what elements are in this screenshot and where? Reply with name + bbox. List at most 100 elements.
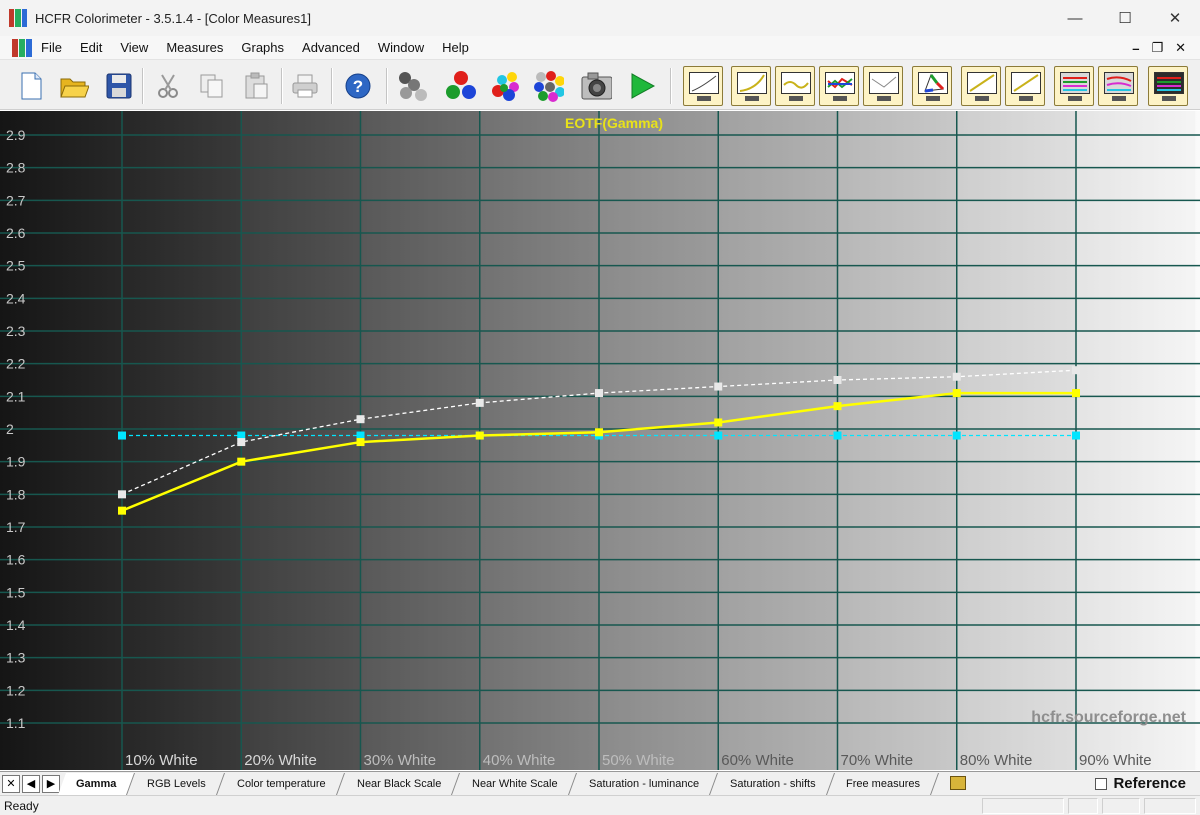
- data-point[interactable]: [475, 398, 484, 407]
- menu-measures[interactable]: Measures: [157, 40, 232, 55]
- data-point[interactable]: [118, 490, 126, 499]
- data-point[interactable]: [952, 372, 961, 381]
- y-tick-label: 2.2: [6, 356, 26, 372]
- data-point[interactable]: [237, 457, 246, 466]
- data-point[interactable]: [595, 389, 603, 398]
- data-point[interactable]: [952, 389, 961, 398]
- data-point[interactable]: [356, 438, 365, 447]
- new-document-icon[interactable]: [15, 70, 47, 102]
- measure-primaries-icon[interactable]: [444, 70, 476, 102]
- menu-advanced[interactable]: Advanced: [293, 40, 369, 55]
- data-point[interactable]: [833, 376, 842, 384]
- print-icon[interactable]: [289, 70, 321, 102]
- mdi-restore-button[interactable]: ❐: [1151, 40, 1163, 56]
- tab-saturation-luminance[interactable]: Saturation - luminance: [570, 772, 718, 795]
- menu-edit[interactable]: Edit: [71, 40, 111, 55]
- help-icon[interactable]: ?: [342, 70, 374, 102]
- tab-gamma[interactable]: Gamma: [57, 772, 136, 795]
- reference-document-icon[interactable]: [950, 776, 966, 790]
- color-temp-graph-icon[interactable]: [819, 66, 859, 106]
- x-tick-label: 10% White: [125, 752, 198, 769]
- menu-graphs[interactable]: Graphs: [232, 40, 293, 55]
- data-point[interactable]: [1072, 389, 1080, 398]
- data-point[interactable]: [595, 428, 603, 437]
- cut-icon[interactable]: [152, 70, 184, 102]
- chart-band: [479, 111, 599, 770]
- measure-secondaries-icon[interactable]: [488, 70, 520, 102]
- tab-scroll-left-button[interactable]: ◀: [22, 774, 40, 793]
- measure-grayscale-icon[interactable]: [396, 70, 428, 102]
- rgb-graph-icon[interactable]: [775, 66, 815, 106]
- tab-free-measures[interactable]: Free measures: [828, 772, 940, 795]
- y-tick-label: 2.6: [6, 225, 26, 241]
- gamma-graph-icon[interactable]: [683, 66, 723, 106]
- measures-grid-icon[interactable]: [1148, 66, 1188, 106]
- saturation-graph-icon[interactable]: [1005, 66, 1045, 106]
- copy-icon[interactable]: [196, 70, 228, 102]
- reference-checkbox[interactable]: Reference: [1095, 775, 1186, 792]
- data-point[interactable]: [952, 431, 961, 440]
- data-point[interactable]: [118, 431, 126, 440]
- document-system-menu-icon[interactable]: [12, 38, 32, 57]
- reference-checkbox-box[interactable]: [1095, 777, 1108, 790]
- data-point[interactable]: [833, 402, 842, 411]
- tab-near-black-scale[interactable]: Near Black Scale: [338, 772, 461, 795]
- y-tick-label: 2.7: [6, 192, 26, 208]
- x-tick-label: 50% White: [602, 752, 675, 769]
- data-point[interactable]: [833, 431, 842, 440]
- camera-icon[interactable]: [580, 70, 612, 102]
- close-button[interactable]: ✕: [1150, 0, 1200, 36]
- open-folder-icon[interactable]: [58, 70, 90, 102]
- x-tick-label: 30% White: [364, 752, 437, 769]
- data-point[interactable]: [714, 431, 723, 440]
- y-tick-label: 1.8: [6, 486, 26, 502]
- tab-near-white-scale[interactable]: Near White Scale: [454, 772, 577, 795]
- measure-all-icon[interactable]: [532, 70, 564, 102]
- data-point[interactable]: [714, 382, 723, 391]
- menu-view[interactable]: View: [111, 40, 157, 55]
- tab-scroll-right-button[interactable]: ▶: [42, 774, 60, 793]
- y-tick-label: 1.1: [6, 715, 26, 731]
- y-tick-label: 1.6: [6, 552, 26, 568]
- near-black-graph-icon[interactable]: [863, 66, 903, 106]
- close-tab-button[interactable]: ✕: [2, 774, 20, 793]
- data-point[interactable]: [118, 506, 126, 515]
- maximize-button[interactable]: ☐: [1100, 0, 1150, 36]
- mdi-close-button[interactable]: ✕: [1175, 40, 1186, 56]
- status-pane: [1144, 798, 1196, 814]
- status-pane: [982, 798, 1064, 814]
- data-point[interactable]: [1072, 366, 1080, 375]
- data-point[interactable]: [475, 431, 484, 440]
- tab-rgb-levels[interactable]: RGB Levels: [129, 772, 226, 795]
- x-tick-label: 80% White: [960, 752, 1033, 769]
- tab-saturation-shifts[interactable]: Saturation - shifts: [711, 772, 835, 795]
- mdi-minimize-button[interactable]: –: [1132, 41, 1139, 56]
- chart-title: EOTF(Gamma): [565, 115, 663, 131]
- chart-band: [837, 111, 957, 770]
- paste-icon[interactable]: [240, 70, 272, 102]
- tab-color-temperature[interactable]: Color temperature: [219, 772, 345, 795]
- menu-help[interactable]: Help: [433, 40, 478, 55]
- save-icon[interactable]: [103, 70, 135, 102]
- data-point[interactable]: [714, 418, 723, 427]
- menu-file[interactable]: File: [32, 40, 71, 55]
- menu-bar: File Edit View Measures Graphs Advanced …: [0, 36, 1200, 60]
- data-point[interactable]: [237, 438, 246, 447]
- minimize-button[interactable]: —: [1050, 0, 1100, 36]
- chart-band: [122, 111, 242, 770]
- saturation-luminance-graph-icon[interactable]: [1054, 66, 1094, 106]
- y-tick-label: 2.4: [6, 290, 26, 306]
- y-tick-label: 1.2: [6, 682, 26, 698]
- data-point[interactable]: [1072, 431, 1080, 440]
- y-tick-label: 1.9: [6, 454, 26, 470]
- status-pane: [1068, 798, 1098, 814]
- near-white-graph-icon[interactable]: [961, 66, 1001, 106]
- menu-window[interactable]: Window: [369, 40, 433, 55]
- data-point[interactable]: [356, 415, 365, 424]
- saturation-shifts-graph-icon[interactable]: [1098, 66, 1138, 106]
- reference-label: Reference: [1113, 775, 1186, 792]
- cie-chart-icon[interactable]: [912, 66, 952, 106]
- y-tick-label: 2.9: [6, 127, 26, 143]
- luminance-graph-icon[interactable]: [731, 66, 771, 106]
- play-icon[interactable]: [626, 70, 658, 102]
